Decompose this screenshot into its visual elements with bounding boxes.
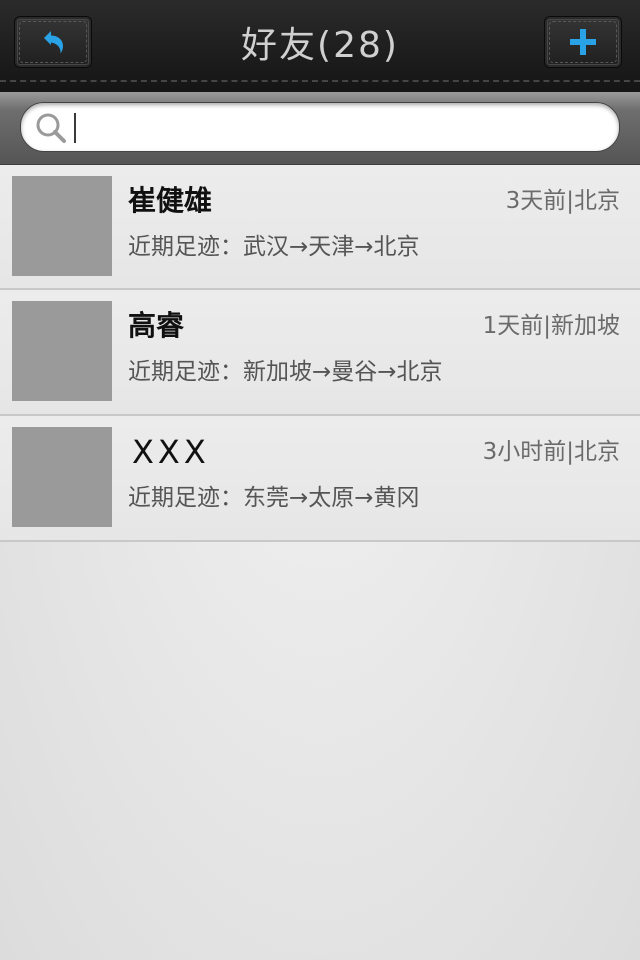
friend-list: 崔健雄 3天前|北京 近期足迹：武汉→天津→北京 高睿 1天前|新加坡 近期足迹…	[0, 165, 640, 542]
search-input[interactable]	[79, 109, 603, 147]
search-icon	[36, 113, 66, 143]
friend-recent-trail: 近期足迹：武汉→天津→北京	[128, 234, 420, 260]
friend-recent-trail: 近期足迹：新加坡→曼谷→北京	[128, 359, 443, 385]
add-friend-button[interactable]	[544, 16, 622, 68]
back-button[interactable]	[14, 16, 92, 68]
avatar[interactable]	[12, 427, 112, 527]
friend-name: XXX	[132, 433, 210, 471]
friend-last-seen: 1天前|新加坡	[482, 313, 620, 339]
text-cursor	[74, 113, 76, 143]
avatar[interactable]	[12, 301, 112, 401]
friend-row[interactable]: 崔健雄 3天前|北京 近期足迹：武汉→天津→北京	[0, 165, 640, 290]
top-nav-bar: 好友(28)	[0, 0, 640, 92]
friend-name: 高睿	[128, 309, 185, 342]
friend-row[interactable]: 高睿 1天前|新加坡 近期足迹：新加坡→曼谷→北京	[0, 290, 640, 416]
friend-last-seen: 3天前|北京	[505, 188, 620, 214]
friend-name: 崔健雄	[128, 184, 213, 217]
avatar[interactable]	[12, 176, 112, 276]
search-field[interactable]	[20, 102, 620, 152]
search-bar	[0, 92, 640, 165]
friend-recent-trail: 近期足迹：东莞→太原→黄冈	[128, 485, 420, 511]
friend-row[interactable]: XXX 3小时前|北京 近期足迹：东莞→太原→黄冈	[0, 416, 640, 542]
page-title: 好友(28)	[241, 25, 399, 66]
back-arrow-icon	[44, 31, 63, 54]
plus-icon	[570, 29, 596, 55]
friend-last-seen: 3小时前|北京	[482, 439, 620, 465]
